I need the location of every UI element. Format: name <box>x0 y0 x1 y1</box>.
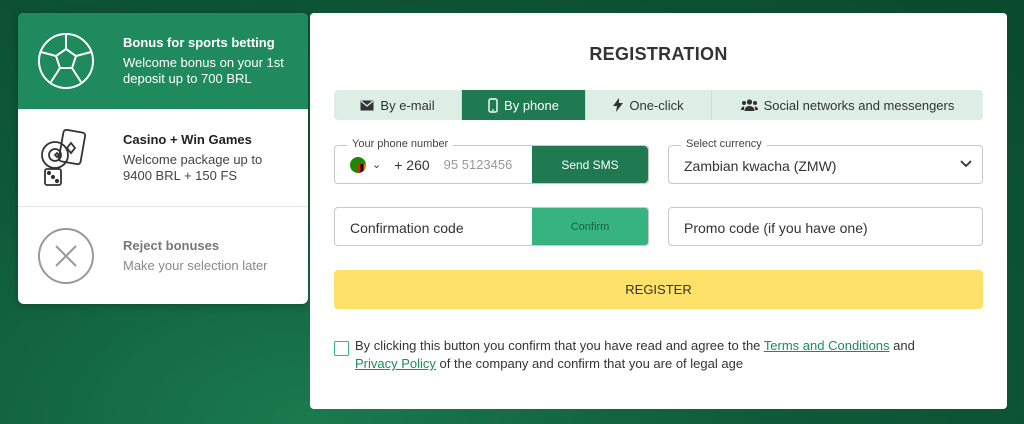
send-sms-button[interactable]: Send SMS <box>532 146 648 183</box>
bonus-sports-betting[interactable]: Bonus for sports betting Welcome bonus o… <box>18 13 308 110</box>
bonus-title: Reject bonuses <box>123 237 220 253</box>
phone-icon <box>488 97 498 113</box>
confirmation-code-field[interactable]: Confirmation code Confirm <box>334 207 649 246</box>
agreement-text-part: and <box>889 338 915 353</box>
tab-social-networks[interactable]: Social networks and messengers <box>712 90 983 120</box>
confirmation-code-placeholder: Confirmation code <box>350 220 464 236</box>
terms-link[interactable]: Terms and Conditions <box>764 338 890 353</box>
agreement-text: By clicking this button you confirm that… <box>355 337 915 373</box>
agreement-text-part: By clicking this button you confirm that… <box>355 338 764 353</box>
bonus-casino[interactable]: Casino + Win Games Welcome package up to… <box>18 110 308 207</box>
currency-field-label: Select currency <box>681 138 767 150</box>
users-icon <box>740 99 758 111</box>
phone-field-label: Your phone number <box>347 138 454 150</box>
promo-code-field[interactable]: Promo code (if you have one) <box>668 207 983 246</box>
page-title: REGISTRATION <box>589 44 728 64</box>
lightning-icon <box>613 98 624 112</box>
phone-field: Your phone number ⌄ + 260 Send SMS <box>334 138 649 184</box>
chevron-down-icon[interactable]: ⌄ <box>372 158 381 171</box>
tab-label: By phone <box>504 97 559 113</box>
bonus-title: Casino + Win Games <box>123 132 252 147</box>
confirm-button[interactable]: Confirm <box>532 208 648 245</box>
bonus-reject[interactable]: Reject bonuses Make your selection later <box>18 207 308 304</box>
tab-by-email[interactable]: By e-mail <box>334 90 462 120</box>
envelope-icon <box>360 100 374 111</box>
casino-cards-icon <box>36 128 96 188</box>
bonus-description: Make your selection later <box>123 257 268 273</box>
registration-card: REGISTRATION By e-mail By phone One-clic… <box>310 13 1007 409</box>
bonus-description: Welcome bonus on your 1st deposit up to … <box>123 55 284 86</box>
phone-input[interactable] <box>443 157 544 172</box>
close-circle-icon <box>36 226 96 286</box>
tab-label: By e-mail <box>380 97 435 113</box>
privacy-link[interactable]: Privacy Policy <box>355 356 436 371</box>
promo-code-placeholder: Promo code (if you have one) <box>684 220 868 236</box>
bonus-description: Welcome package up to 9400 BRL + 150 FS <box>123 152 263 183</box>
register-button[interactable]: REGISTER <box>334 270 983 309</box>
agreement-text-part: of the company and confirm that you are … <box>435 356 744 371</box>
bonus-title: Bonus for sports betting <box>123 35 275 50</box>
agreement-checkbox[interactable] <box>334 341 349 356</box>
tab-by-phone[interactable]: By phone <box>462 90 586 120</box>
zambia-flag-icon[interactable] <box>350 156 366 173</box>
soccer-ball-icon <box>36 31 96 91</box>
bonus-panel: Bonus for sports betting Welcome bonus o… <box>18 13 308 304</box>
tab-label: Social networks and messengers <box>763 97 955 113</box>
chevron-down-icon <box>960 157 972 171</box>
registration-tabs: By e-mail By phone One-click Social netw… <box>334 90 983 120</box>
tab-one-click[interactable]: One-click <box>586 90 712 120</box>
currency-value: Zambian kwacha (ZMW) <box>684 158 837 174</box>
dial-code: + 260 <box>394 156 430 173</box>
currency-select[interactable]: Select currency Zambian kwacha (ZMW) <box>668 138 983 184</box>
tab-label: One-click <box>629 97 684 113</box>
agreement: By clicking this button you confirm that… <box>334 337 984 373</box>
